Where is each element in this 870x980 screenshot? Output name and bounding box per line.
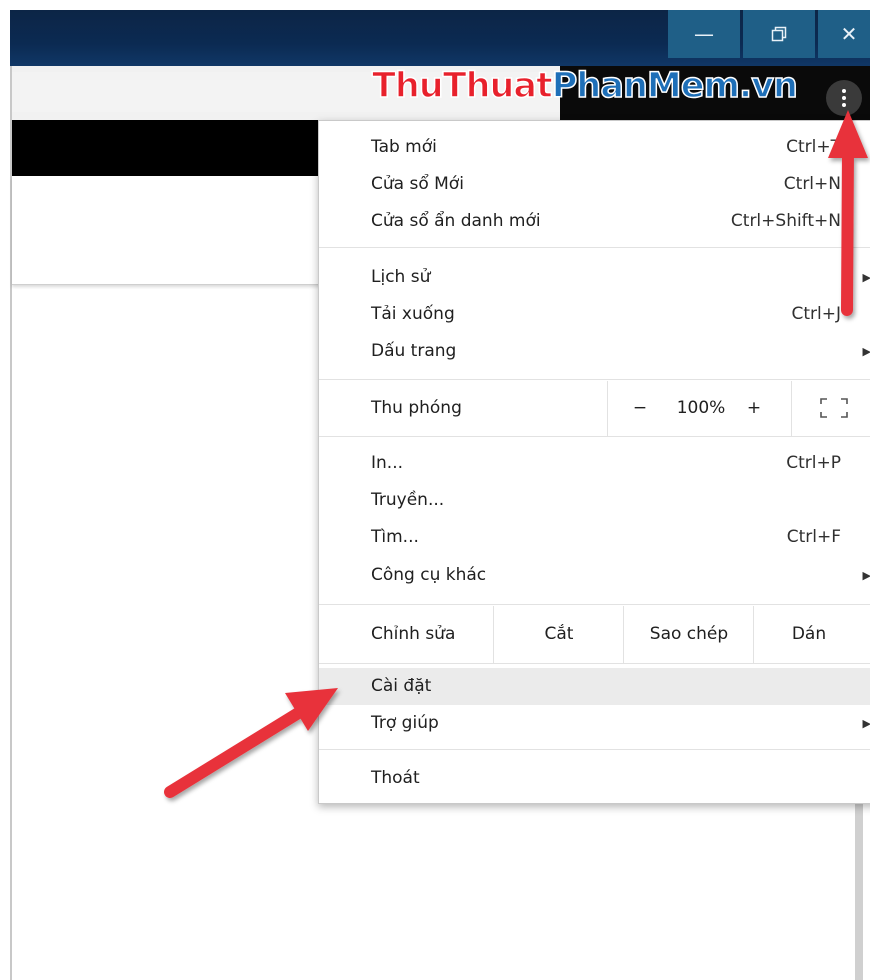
menu-item-incognito-window[interactable]: Cửa sổ ẩn danh mới Ctrl+Shift+N	[319, 203, 870, 240]
menu-separator	[319, 247, 870, 248]
edit-label: Chỉnh sửa	[371, 624, 456, 644]
minimize-icon: —	[694, 22, 714, 46]
arrow-to-settings-icon	[164, 688, 338, 798]
submenu-arrow-icon: ▶	[862, 569, 870, 582]
menu-item-new-window[interactable]: Cửa sổ Mới Ctrl+N	[319, 166, 870, 203]
close-button[interactable]: ✕	[818, 10, 870, 58]
menu-item-settings[interactable]: Cài đặt	[319, 668, 870, 705]
restore-icon	[771, 26, 787, 42]
browser-dropdown-menu: Tab mới Ctrl+T Cửa sổ Mới Ctrl+N Cửa sổ …	[318, 120, 870, 804]
menu-item-history[interactable]: Lịch sử ▶	[319, 259, 870, 296]
watermark-part1: ThuThuat	[371, 65, 553, 107]
cut-button[interactable]: Cắt	[493, 606, 624, 663]
menu-item-bookmarks[interactable]: Dấu trang ▶	[319, 333, 870, 370]
zoom-level: 100%	[676, 398, 726, 418]
submenu-arrow-icon: ▶	[862, 345, 870, 358]
minimize-button[interactable]: —	[668, 10, 740, 58]
menu-item-new-tab[interactable]: Tab mới Ctrl+T	[319, 129, 870, 166]
menu-separator	[319, 749, 870, 750]
more-vert-icon	[842, 89, 846, 107]
paste-button[interactable]: Dán	[753, 606, 864, 663]
page-scrollbar[interactable]	[855, 800, 863, 980]
watermark-part2: PhanMem.vn	[551, 65, 799, 107]
menu-item-cast[interactable]: Truyền...	[319, 482, 870, 519]
submenu-arrow-icon: ▶	[862, 271, 870, 284]
zoom-controls: − 100% +	[607, 381, 792, 436]
zoom-out-button[interactable]: −	[630, 381, 650, 436]
fullscreen-icon[interactable]	[819, 397, 849, 419]
restore-button[interactable]	[743, 10, 815, 58]
menu-item-downloads[interactable]: Tải xuống Ctrl+J	[319, 296, 870, 333]
menu-item-find[interactable]: Tìm... Ctrl+F	[319, 519, 870, 556]
zoom-label: Thu phóng	[371, 398, 462, 418]
menu-item-help[interactable]: Trợ giúp ▶	[319, 705, 870, 742]
menu-item-more-tools[interactable]: Công cụ khác ▶	[319, 557, 870, 594]
copy-button[interactable]: Sao chép	[623, 606, 754, 663]
browser-menu-button[interactable]	[826, 80, 862, 116]
menu-zoom-row: Thu phóng − 100% +	[319, 381, 870, 436]
menu-edit-row: Chỉnh sửa Cắt Sao chép Dán	[319, 606, 870, 663]
close-icon: ✕	[840, 22, 858, 46]
menu-item-exit[interactable]: Thoát	[319, 760, 870, 797]
submenu-arrow-icon: ▶	[862, 717, 870, 730]
zoom-in-button[interactable]: +	[744, 381, 764, 436]
menu-separator	[319, 436, 870, 437]
menu-item-print[interactable]: In... Ctrl+P	[319, 445, 870, 482]
window-titlebar: — ✕	[10, 10, 870, 66]
watermark-logo: ThuThuatPhanMem.vn	[371, 62, 799, 110]
menu-separator	[319, 663, 870, 664]
menu-separator	[319, 379, 870, 380]
menu-separator	[319, 604, 870, 605]
